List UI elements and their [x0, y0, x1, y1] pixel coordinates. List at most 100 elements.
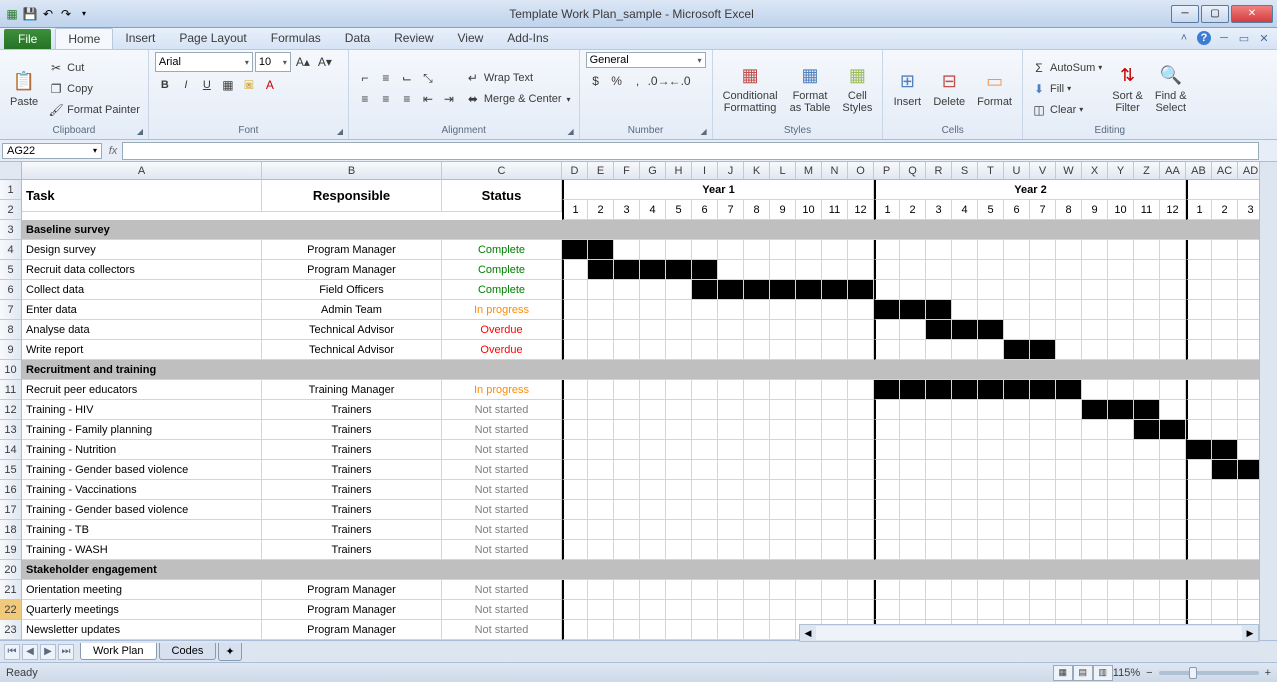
gantt-cell[interactable]: [744, 600, 770, 620]
gantt-cell[interactable]: [1082, 600, 1108, 620]
dialog-launcher-icon[interactable]: ◢: [565, 125, 577, 137]
gantt-cell[interactable]: [1212, 440, 1238, 460]
gantt-cell[interactable]: [770, 320, 796, 340]
gantt-cell[interactable]: [1030, 440, 1056, 460]
gantt-cell[interactable]: [614, 280, 640, 300]
gantt-cell[interactable]: [1108, 380, 1134, 400]
status-cell[interactable]: Not started: [442, 540, 562, 560]
name-box[interactable]: AG22▾: [2, 143, 102, 159]
gantt-cell[interactable]: [614, 340, 640, 360]
gantt-cell[interactable]: [666, 520, 692, 540]
gantt-cell[interactable]: [614, 320, 640, 340]
responsible-cell[interactable]: Trainers: [262, 460, 442, 480]
formula-bar[interactable]: [122, 142, 1259, 160]
row-header[interactable]: 22: [0, 600, 22, 620]
gantt-cell[interactable]: [744, 240, 770, 260]
gantt-cell[interactable]: [1082, 260, 1108, 280]
format-painter-button[interactable]: 🖌Format Painter: [46, 100, 142, 120]
row-header[interactable]: 23: [0, 620, 22, 640]
gantt-cell[interactable]: [1030, 420, 1056, 440]
conditional-formatting-button[interactable]: ▦Conditional Formatting: [719, 62, 782, 116]
gantt-cell[interactable]: [666, 500, 692, 520]
status-cell[interactable]: Not started: [442, 580, 562, 600]
gantt-cell[interactable]: [1212, 340, 1238, 360]
gantt-cell[interactable]: [874, 500, 900, 520]
gantt-cell[interactable]: [770, 380, 796, 400]
copy-button[interactable]: ❐Copy: [46, 79, 142, 99]
gantt-cell[interactable]: [822, 260, 848, 280]
gantt-cell[interactable]: [666, 600, 692, 620]
new-sheet-button[interactable]: ✦: [218, 643, 241, 661]
gantt-cell[interactable]: [900, 580, 926, 600]
gantt-cell[interactable]: [796, 340, 822, 360]
gantt-cell[interactable]: [666, 380, 692, 400]
month-header[interactable]: 3: [926, 200, 952, 220]
col-header[interactable]: S: [952, 162, 978, 180]
gantt-cell[interactable]: [1108, 540, 1134, 560]
gantt-cell[interactable]: [614, 400, 640, 420]
responsible-cell[interactable]: Trainers: [262, 400, 442, 420]
gantt-cell[interactable]: [640, 280, 666, 300]
gantt-cell[interactable]: [900, 460, 926, 480]
gantt-cell[interactable]: [874, 400, 900, 420]
zoom-out-icon[interactable]: −: [1146, 667, 1152, 679]
gantt-cell[interactable]: [952, 600, 978, 620]
gantt-cell[interactable]: [562, 300, 588, 320]
gantt-cell[interactable]: [978, 520, 1004, 540]
gantt-cell[interactable]: [1134, 500, 1160, 520]
gantt-cell[interactable]: [640, 300, 666, 320]
gantt-cell[interactable]: [614, 460, 640, 480]
col-header[interactable]: H: [666, 162, 692, 180]
dialog-launcher-icon[interactable]: ◢: [134, 125, 146, 137]
gantt-cell[interactable]: [1082, 580, 1108, 600]
gantt-cell[interactable]: [692, 500, 718, 520]
gantt-cell[interactable]: [692, 520, 718, 540]
gantt-cell[interactable]: [952, 500, 978, 520]
col-header[interactable]: G: [640, 162, 666, 180]
gantt-cell[interactable]: [744, 440, 770, 460]
gantt-cell[interactable]: [588, 300, 614, 320]
gantt-cell[interactable]: [692, 540, 718, 560]
month-header[interactable]: 11: [1134, 200, 1160, 220]
gantt-cell[interactable]: [1212, 380, 1238, 400]
gantt-cell[interactable]: [588, 320, 614, 340]
month-header[interactable]: 7: [718, 200, 744, 220]
align-bottom-icon[interactable]: ⌙: [397, 68, 417, 88]
row-header[interactable]: 3: [0, 220, 22, 240]
gantt-cell[interactable]: [770, 600, 796, 620]
gantt-cell[interactable]: [822, 520, 848, 540]
gantt-cell[interactable]: [900, 480, 926, 500]
task-cell[interactable]: Training - Nutrition: [22, 440, 262, 460]
align-right-icon[interactable]: ≡: [397, 89, 417, 109]
gantt-cell[interactable]: [874, 340, 900, 360]
increase-indent-icon[interactable]: ⇥: [439, 89, 459, 109]
gantt-cell[interactable]: [692, 620, 718, 640]
status-cell[interactable]: Not started: [442, 480, 562, 500]
responsible-cell[interactable]: Trainers: [262, 520, 442, 540]
col-header[interactable]: I: [692, 162, 718, 180]
header-responsible[interactable]: Responsible: [262, 180, 442, 212]
gantt-cell[interactable]: [796, 380, 822, 400]
gantt-cell[interactable]: [588, 280, 614, 300]
gantt-cell[interactable]: [900, 420, 926, 440]
gantt-cell[interactable]: [614, 260, 640, 280]
gantt-cell[interactable]: [796, 460, 822, 480]
gantt-cell[interactable]: [718, 280, 744, 300]
col-header[interactable]: M: [796, 162, 822, 180]
gantt-cell[interactable]: [952, 580, 978, 600]
gantt-cell[interactable]: [588, 480, 614, 500]
close-button[interactable]: ✕: [1231, 5, 1273, 23]
gantt-cell[interactable]: [848, 580, 874, 600]
month-header[interactable]: 3: [614, 200, 640, 220]
status-cell[interactable]: Not started: [442, 460, 562, 480]
gantt-cell[interactable]: [848, 420, 874, 440]
gantt-cell[interactable]: [562, 460, 588, 480]
month-header[interactable]: 4: [952, 200, 978, 220]
find-select-button[interactable]: 🔍Find & Select: [1151, 62, 1191, 116]
gantt-cell[interactable]: [744, 340, 770, 360]
gantt-cell[interactable]: [926, 380, 952, 400]
gantt-cell[interactable]: [744, 300, 770, 320]
gantt-cell[interactable]: [1082, 420, 1108, 440]
gantt-cell[interactable]: [796, 440, 822, 460]
tab-insert[interactable]: Insert: [113, 28, 167, 49]
